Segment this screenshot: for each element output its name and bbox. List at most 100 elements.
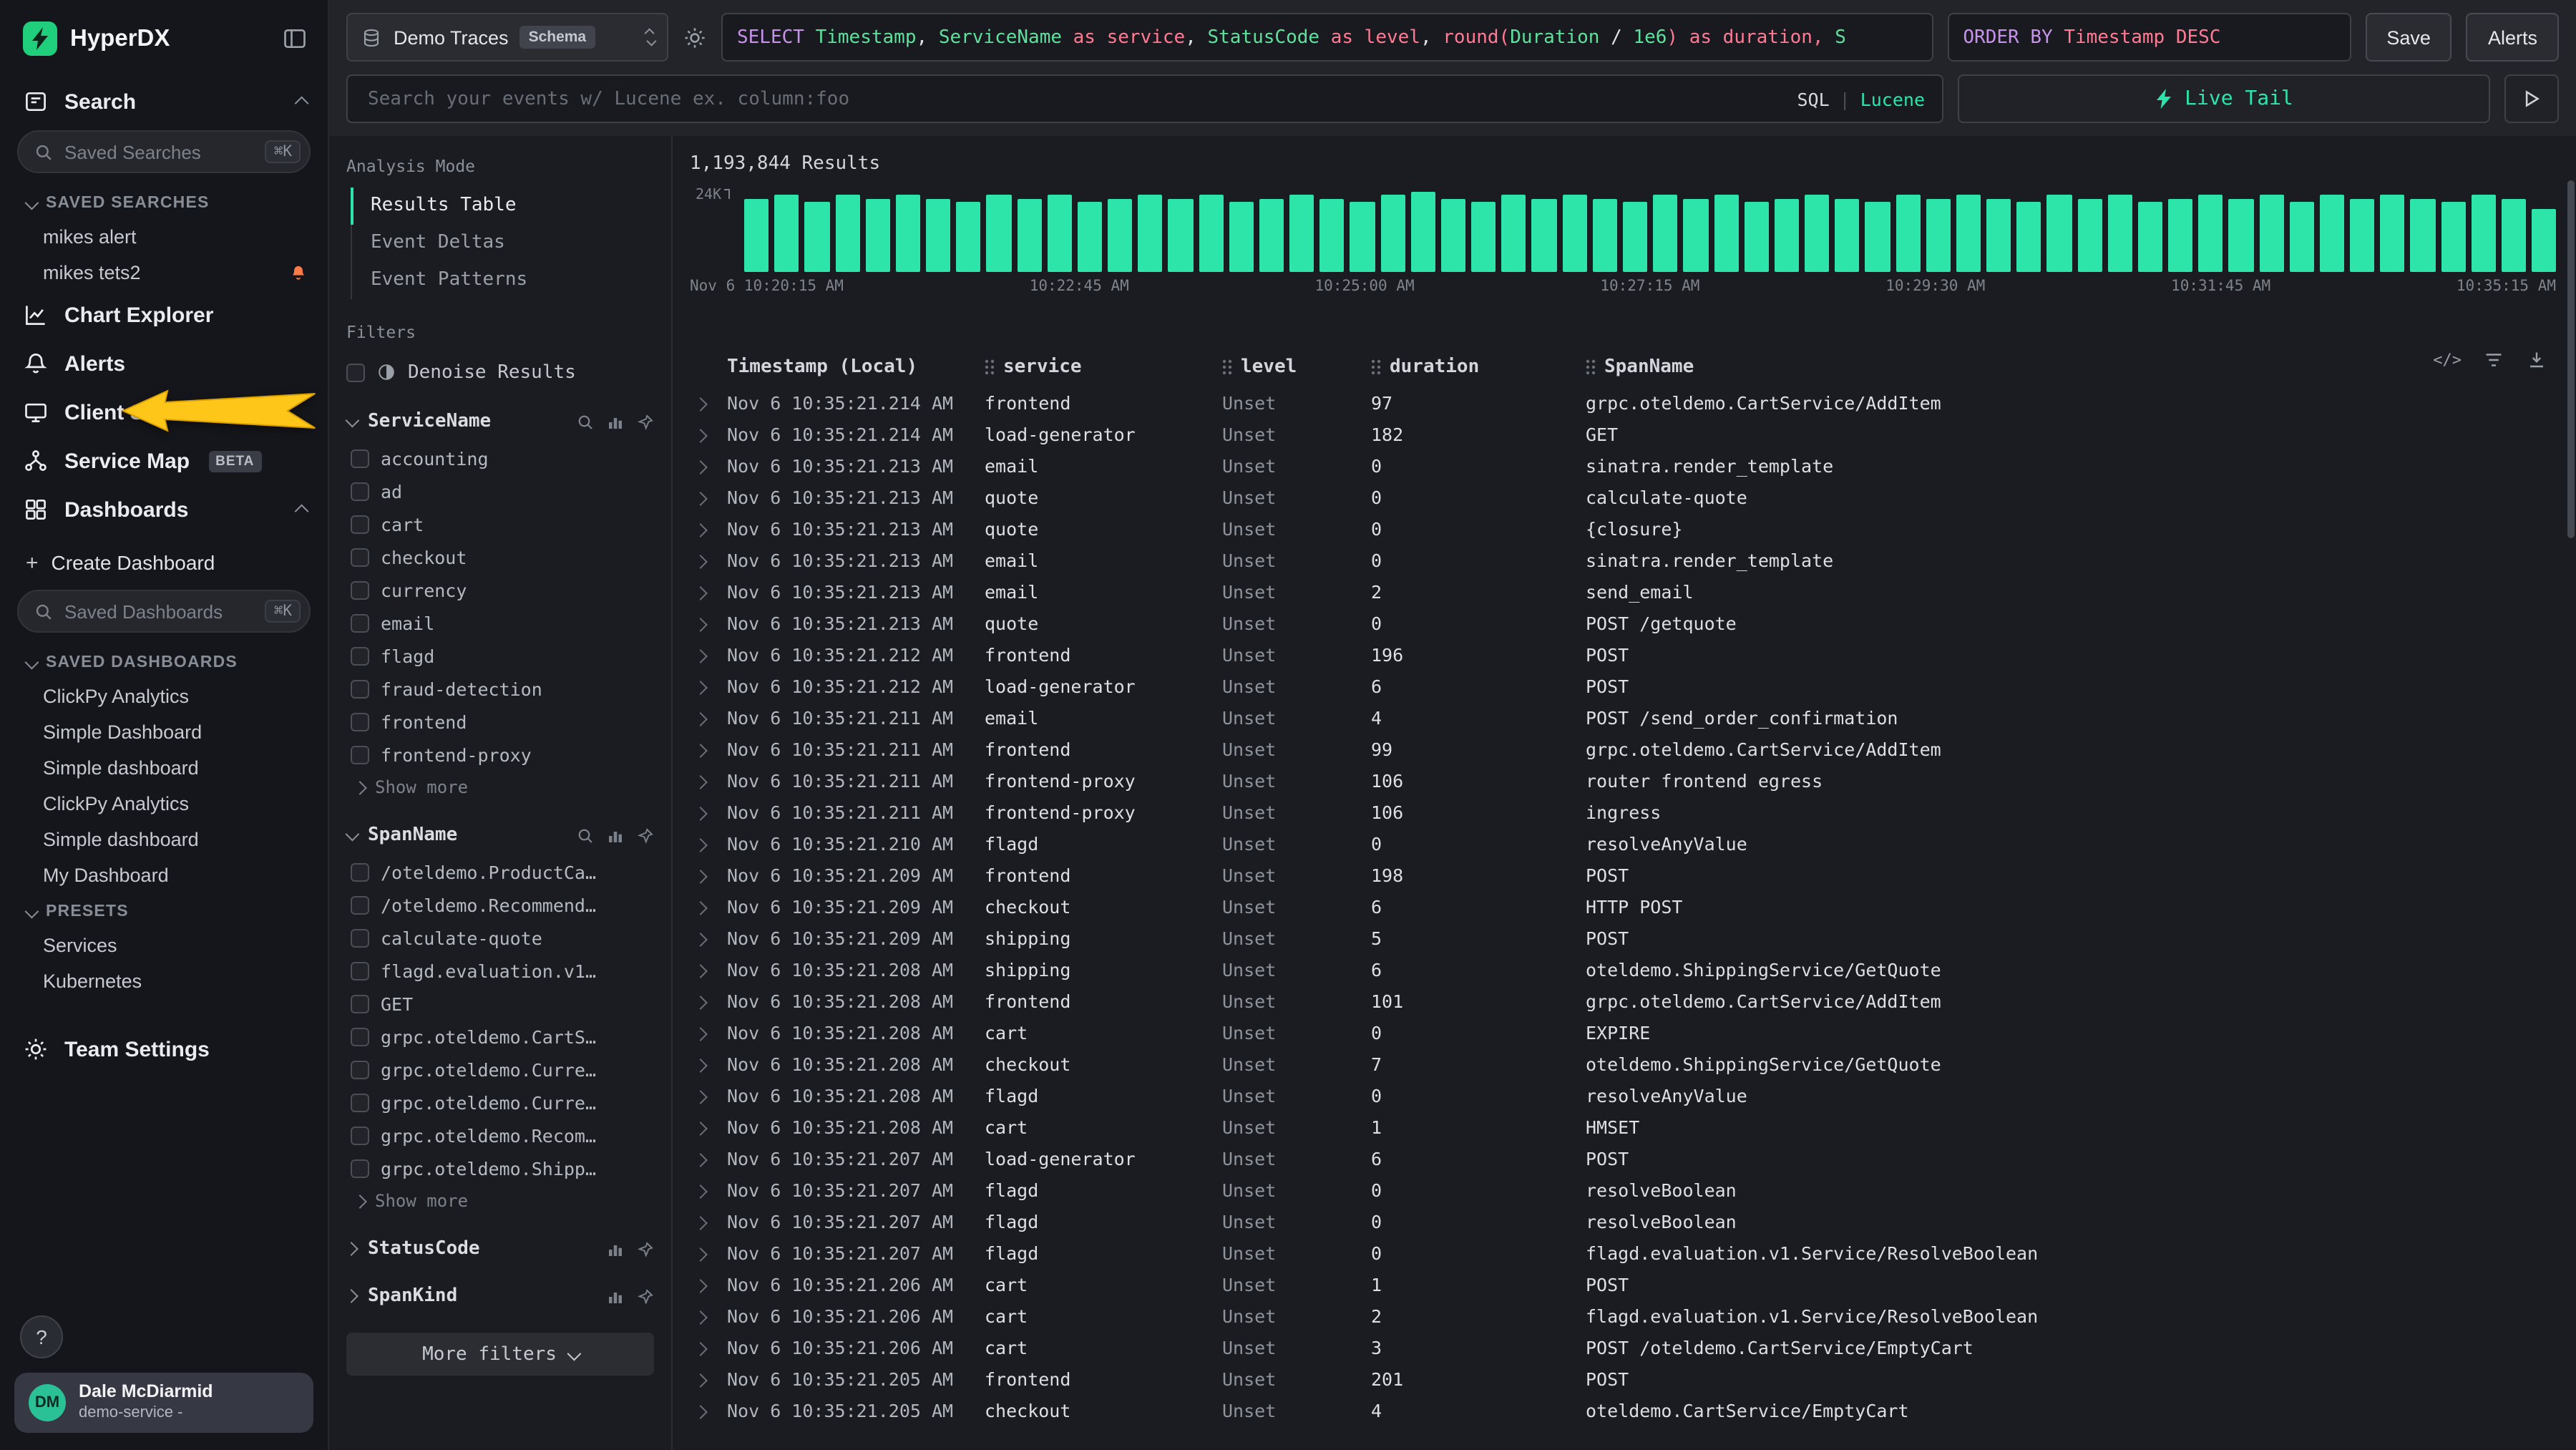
play-button[interactable] bbox=[2504, 74, 2559, 123]
row-expand-icon[interactable] bbox=[693, 648, 708, 663]
analysis-mode-results-table[interactable]: Results Table bbox=[351, 188, 654, 225]
download-icon[interactable] bbox=[2526, 349, 2547, 371]
histogram-bar[interactable] bbox=[2532, 208, 2556, 272]
histogram-bar[interactable] bbox=[2502, 198, 2526, 272]
histogram-bar[interactable] bbox=[1714, 195, 1738, 272]
facet-header-SpanKind[interactable]: SpanKind bbox=[346, 1277, 654, 1315]
row-expand-icon[interactable] bbox=[693, 837, 708, 852]
saved-search-item[interactable]: mikes alert bbox=[0, 219, 328, 255]
facet-search-icon[interactable] bbox=[577, 827, 594, 844]
histogram-bar[interactable] bbox=[1956, 195, 1981, 272]
histogram-bar[interactable] bbox=[2259, 195, 2283, 272]
table-row[interactable]: Nov 6 10:35:21.208 AMshippingUnset6oteld… bbox=[690, 953, 2556, 985]
checkbox[interactable] bbox=[351, 995, 369, 1013]
facet-value-SpanName[interactable]: grpc.oteldemo.CurrencyS… bbox=[351, 1054, 654, 1086]
user-menu[interactable]: DM Dale McDiarmid demo-service - bbox=[14, 1373, 313, 1433]
checkbox[interactable] bbox=[351, 1094, 369, 1112]
show-more-button[interactable]: Show more bbox=[351, 1185, 654, 1217]
histogram-bar[interactable] bbox=[1532, 198, 1556, 272]
row-expand-icon[interactable] bbox=[693, 1278, 708, 1293]
checkbox[interactable] bbox=[351, 482, 369, 501]
nav-client-sessions[interactable]: Client Sessions bbox=[0, 388, 328, 437]
histogram-bar[interactable] bbox=[1047, 195, 1071, 272]
facet-value-ServiceName[interactable]: frontend-proxy bbox=[351, 739, 654, 772]
histogram-bar[interactable] bbox=[1562, 195, 1586, 272]
histogram-bar[interactable] bbox=[1865, 202, 1890, 272]
nav-search[interactable]: Search bbox=[0, 77, 328, 126]
histogram-bar[interactable] bbox=[2047, 195, 2072, 272]
column-drag-icon[interactable] bbox=[1371, 359, 1381, 374]
lucene-mode-toggle[interactable]: Lucene bbox=[1860, 88, 1925, 110]
row-expand-icon[interactable] bbox=[693, 743, 708, 757]
row-expand-icon[interactable] bbox=[693, 963, 708, 978]
saved-dashboards-section-toggle[interactable]: SAVED DASHBOARDS bbox=[0, 644, 328, 678]
row-expand-icon[interactable] bbox=[693, 491, 708, 505]
checkbox[interactable] bbox=[351, 647, 369, 666]
histogram-bar[interactable] bbox=[1380, 195, 1405, 272]
facet-value-SpanName[interactable]: grpc.oteldemo.CartServi… bbox=[351, 1021, 654, 1054]
table-row[interactable]: Nov 6 10:35:21.212 AMload-generatorUnset… bbox=[690, 670, 2556, 701]
nav-alerts[interactable]: Alerts bbox=[0, 339, 328, 388]
table-row[interactable]: Nov 6 10:35:21.209 AMshippingUnset5POST bbox=[690, 922, 2556, 953]
checkbox[interactable] bbox=[351, 863, 369, 882]
histogram-bar[interactable] bbox=[1502, 195, 1526, 272]
facet-value-ServiceName[interactable]: cart bbox=[351, 508, 654, 541]
facet-search-icon[interactable] bbox=[577, 413, 594, 430]
row-expand-icon[interactable] bbox=[693, 995, 708, 1009]
facet-value-ServiceName[interactable]: currency bbox=[351, 574, 654, 607]
facet-value-SpanName[interactable]: flagd.evaluation.v1.Ser… bbox=[351, 955, 654, 988]
saved-dashboard-item[interactable]: Simple dashboard bbox=[0, 822, 328, 857]
row-expand-icon[interactable] bbox=[693, 932, 708, 946]
nav-service-map[interactable]: Service Map BETA bbox=[0, 437, 328, 485]
histogram-bar[interactable] bbox=[744, 198, 769, 272]
table-row[interactable]: Nov 6 10:35:21.213 AMemailUnset2send_ema… bbox=[690, 575, 2556, 607]
source-settings-gear-icon[interactable] bbox=[683, 25, 707, 49]
table-row[interactable]: Nov 6 10:35:21.213 AMquoteUnset0POST /ge… bbox=[690, 607, 2556, 638]
histogram-bar[interactable] bbox=[1169, 198, 1193, 272]
histogram-bar[interactable] bbox=[987, 195, 1011, 272]
table-row[interactable]: Nov 6 10:35:21.213 AMquoteUnset0calculat… bbox=[690, 481, 2556, 512]
row-expand-icon[interactable] bbox=[693, 1184, 708, 1198]
histogram-bar[interactable] bbox=[1108, 198, 1132, 272]
event-search-box[interactable]: SQL | Lucene bbox=[346, 74, 1943, 123]
histogram-bar[interactable] bbox=[1289, 195, 1314, 272]
row-expand-icon[interactable] bbox=[693, 428, 708, 442]
row-expand-icon[interactable] bbox=[693, 1121, 708, 1135]
saved-searches-input[interactable]: Saved Searches ⌘K bbox=[17, 130, 311, 173]
facet-value-SpanName[interactable]: GET bbox=[351, 988, 654, 1021]
row-expand-icon[interactable] bbox=[693, 1373, 708, 1387]
facet-pin-icon[interactable] bbox=[637, 413, 654, 430]
row-expand-icon[interactable] bbox=[693, 585, 708, 600]
live-tail-button[interactable]: Live Tail bbox=[1958, 74, 2490, 123]
facet-value-SpanName[interactable]: grpc.oteldemo.ShippingS… bbox=[351, 1152, 654, 1185]
histogram-bar[interactable] bbox=[1593, 198, 1617, 272]
row-expand-icon[interactable] bbox=[693, 1058, 708, 1072]
facet-chart-icon[interactable] bbox=[607, 413, 624, 430]
histogram-bar[interactable] bbox=[865, 198, 889, 272]
table-row[interactable]: Nov 6 10:35:21.213 AMemailUnset0sinatra.… bbox=[690, 449, 2556, 481]
histogram-bar[interactable] bbox=[1835, 198, 1859, 272]
table-row[interactable]: Nov 6 10:35:21.209 AMcheckoutUnset6HTTP … bbox=[690, 890, 2556, 922]
histogram-bar[interactable] bbox=[805, 202, 829, 272]
column-header-level[interactable]: level bbox=[1222, 356, 1371, 377]
checkbox[interactable] bbox=[351, 581, 369, 600]
histogram-bar[interactable] bbox=[1078, 202, 1102, 272]
checkbox[interactable] bbox=[351, 1061, 369, 1079]
table-row[interactable]: Nov 6 10:35:21.212 AMfrontendUnset196POS… bbox=[690, 638, 2556, 670]
table-row[interactable]: Nov 6 10:35:21.207 AMflagdUnset0resolveB… bbox=[690, 1205, 2556, 1237]
row-expand-icon[interactable] bbox=[693, 1089, 708, 1104]
facet-pin-icon[interactable] bbox=[637, 1288, 654, 1305]
column-drag-icon[interactable] bbox=[985, 359, 995, 374]
facet-value-ServiceName[interactable]: accounting bbox=[351, 442, 654, 475]
facet-value-ServiceName[interactable]: frontend bbox=[351, 706, 654, 739]
saved-dashboard-item[interactable]: ClickPy Analytics bbox=[0, 678, 328, 714]
table-row[interactable]: Nov 6 10:35:21.211 AMfrontend-proxyUnset… bbox=[690, 764, 2556, 796]
table-row[interactable]: Nov 6 10:35:21.206 AMcartUnset2flagd.eva… bbox=[690, 1300, 2556, 1331]
histogram-bar[interactable] bbox=[896, 195, 920, 272]
nav-dashboards[interactable]: Dashboards bbox=[0, 485, 328, 534]
denoise-results-toggle[interactable]: Denoise Results bbox=[346, 354, 654, 391]
histogram-bar[interactable] bbox=[1138, 195, 1162, 272]
saved-dashboard-item[interactable]: Simple dashboard bbox=[0, 750, 328, 786]
nav-chart-explorer[interactable]: Chart Explorer bbox=[0, 291, 328, 339]
row-expand-icon[interactable] bbox=[693, 711, 708, 726]
